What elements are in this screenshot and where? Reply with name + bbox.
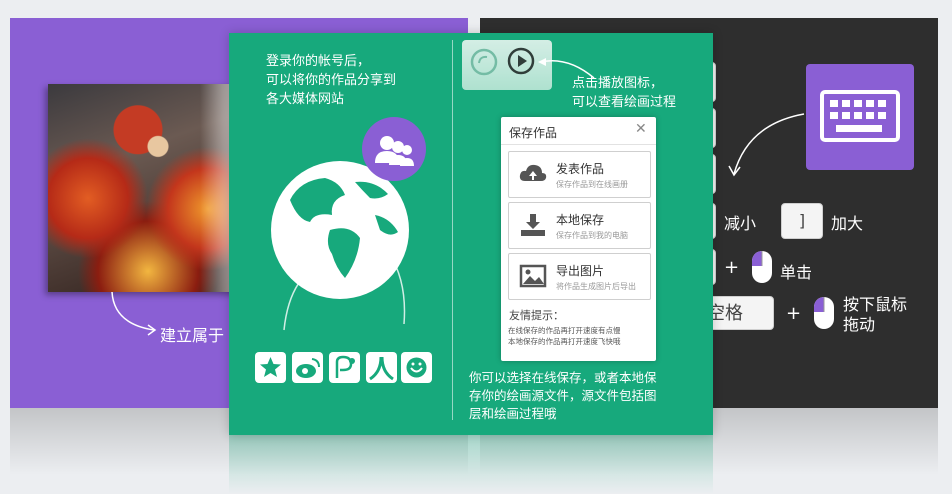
local-save-option[interactable]: 本地保存 保存作品到我的电脑 xyxy=(508,202,651,249)
pengyou-icon[interactable] xyxy=(329,352,360,383)
save-info-text: 你可以选择在线保存，或者本地保 存你的绘画源文件，源文件包括图 层和绘画过程哦 xyxy=(469,370,657,421)
close-icon[interactable]: ✕ xyxy=(635,121,647,137)
play-icon[interactable] xyxy=(506,46,536,76)
plus-sign: + xyxy=(724,257,740,278)
renren-icon[interactable] xyxy=(366,352,397,383)
publish-option[interactable]: 发表作品 保存作品到在线画册 xyxy=(508,151,651,198)
panel-divider xyxy=(452,40,453,420)
shrink-label: 减小 xyxy=(724,214,757,233)
users-icon xyxy=(375,136,414,166)
keyboard-icon xyxy=(820,90,900,142)
share-arrows xyxy=(283,241,406,331)
save-artwork-dialog: 保存作品 ✕ 发表作品 保存作品到在线画册 本地保存 保存作品到我的电脑 导出图… xyxy=(501,117,656,361)
users-badge xyxy=(362,117,426,181)
artwork-fade xyxy=(200,84,230,292)
cloud-upload-icon xyxy=(519,164,547,181)
play-hint-text: 点击播放图标， 可以查看绘画过程 xyxy=(572,76,677,110)
export-image-option[interactable]: 导出图片 将作品生成图片后导出 xyxy=(508,253,651,300)
mouse-left-click-icon xyxy=(752,251,772,283)
plus-sign: + xyxy=(786,303,802,324)
left-caption: 建立属于 xyxy=(160,326,225,345)
qzone-icon[interactable] xyxy=(255,352,286,383)
enlarge-label: 加大 xyxy=(831,214,864,233)
keycap-right-bracket: ] xyxy=(781,203,823,239)
replay-icon[interactable] xyxy=(470,48,498,76)
green-panel-reflection xyxy=(229,430,713,494)
image-icon xyxy=(519,264,547,288)
mouse-drag-icon xyxy=(814,297,834,329)
drag-label: 按下鼠标 拖动 xyxy=(843,295,908,334)
dialog-divider xyxy=(501,144,656,145)
keyboard-tile xyxy=(806,64,914,170)
weibo-icon[interactable] xyxy=(292,352,323,383)
curved-arrow-icon xyxy=(728,113,805,177)
curved-arrow-icon xyxy=(111,291,157,336)
login-share-text: 登录你的帐号后， 可以将你的作品分享到 各大媒体网站 xyxy=(266,54,397,107)
dialog-title: 保存作品 xyxy=(509,126,558,140)
kaixin-icon[interactable] xyxy=(401,352,432,383)
click-label: 单击 xyxy=(780,263,813,282)
tip-text: 在线保存的作品再打开速度有点慢 本地保存的作品再打开速度飞快哦 xyxy=(508,326,621,346)
tip-title: 友情提示： xyxy=(509,309,564,322)
download-icon xyxy=(521,214,545,236)
